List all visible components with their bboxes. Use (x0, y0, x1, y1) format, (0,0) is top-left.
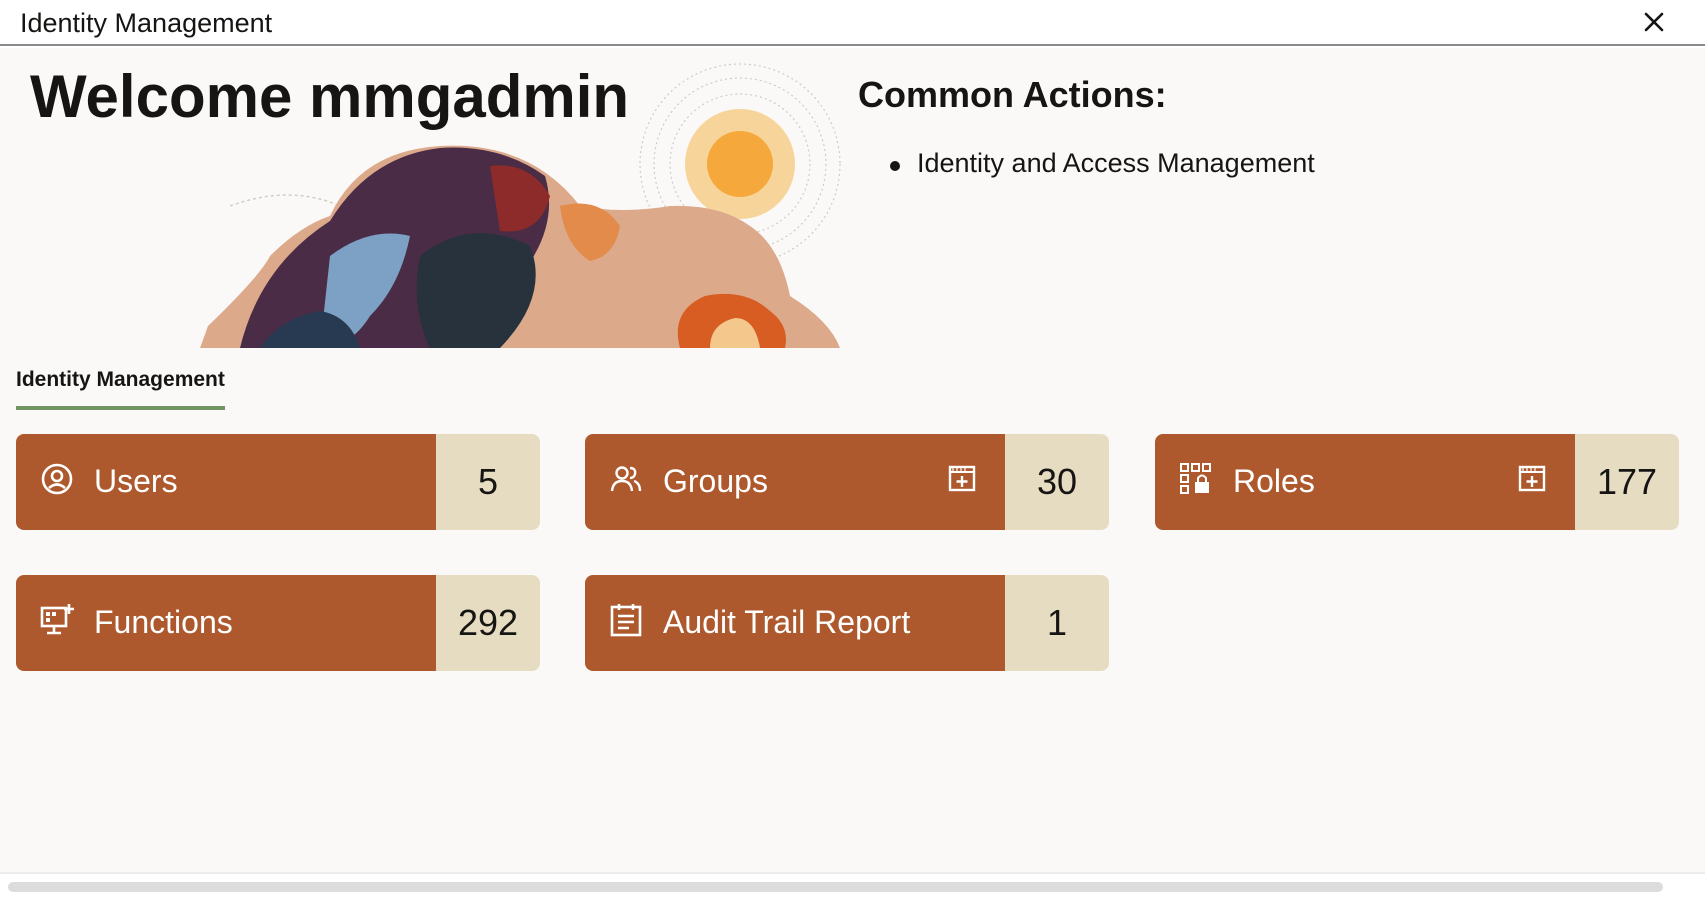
group-icon (610, 466, 642, 492)
functions-icon (40, 604, 74, 635)
tile-groups[interactable]: Groups 30 (585, 434, 1109, 530)
tile-roles-count: 177 (1575, 434, 1679, 530)
tile-audit-trail-report-count: 1 (1005, 575, 1109, 671)
user-circle-icon (41, 463, 73, 495)
landscape-illustration (200, 63, 841, 348)
horizontal-scrollbar[interactable] (8, 882, 1663, 892)
tile-functions[interactable]: Functions 292 (16, 575, 540, 671)
tile-users[interactable]: Users 5 (16, 434, 540, 530)
tile-functions-count: 292 (436, 575, 540, 671)
tile-roles[interactable]: Roles 177 (1155, 434, 1679, 530)
tile-functions-main[interactable]: Functions (16, 575, 436, 671)
divider (0, 872, 1705, 874)
clipboard-icon (610, 604, 642, 637)
tab-identity-management[interactable]: Identity Management (16, 368, 225, 410)
tile-audit-trail-report[interactable]: Audit Trail Report 1 (585, 575, 1109, 671)
tile-audit-trail-report-main[interactable]: Audit Trail Report (585, 575, 1005, 671)
tile-groups-count: 30 (1005, 434, 1109, 530)
tile-users-count: 5 (436, 434, 540, 530)
tile-roles-main[interactable]: Roles (1155, 434, 1575, 530)
tile-audit-trail-report-label: Audit Trail Report (663, 604, 911, 640)
tile-groups-main[interactable]: Groups (585, 434, 1005, 530)
tile-users-label: Users (94, 463, 178, 499)
window-title: Identity Management (20, 8, 273, 38)
common-actions-list: Identity and Access Management (890, 148, 1315, 179)
add-group-icon[interactable] (947, 463, 977, 493)
add-role-icon[interactable] (1517, 463, 1547, 493)
page-content: Welcome mmgadmin Common Actions: Identit… (0, 48, 1705, 872)
tile-groups-label: Groups (663, 463, 768, 499)
tile-functions-label: Functions (94, 604, 233, 640)
tile-users-main[interactable]: Users (16, 434, 436, 530)
close-icon[interactable] (1641, 9, 1667, 35)
action-identity-access-management[interactable]: Identity and Access Management (890, 148, 1315, 179)
tile-roles-label: Roles (1233, 463, 1315, 499)
common-actions-heading: Common Actions: (858, 74, 1167, 115)
roles-icon (1180, 463, 1211, 494)
window-titlebar: Identity Management (0, 0, 1705, 46)
